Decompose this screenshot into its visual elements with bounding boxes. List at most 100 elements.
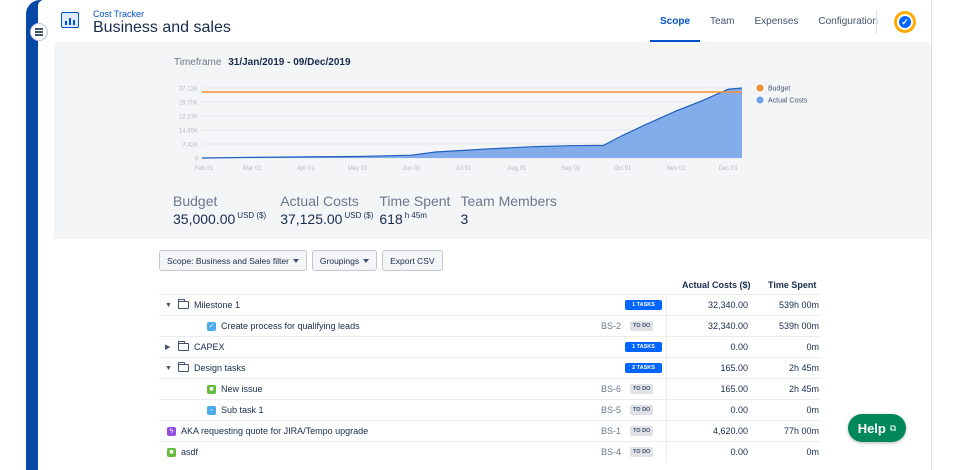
y-tick-label: 37.13K <box>179 87 198 93</box>
tab-scope[interactable]: Scope <box>650 0 701 42</box>
row-time-spent: 0m <box>806 447 819 457</box>
row-actual-cost: 0.00 <box>730 342 748 352</box>
row-time-spent: 0m <box>806 405 819 415</box>
table-row[interactable]: ▫ Sub task 1 BS-5 TO DO 0.00 0m <box>159 399 820 420</box>
tab-expenses[interactable]: Expenses <box>744 0 808 42</box>
toolbar: Scope: Business and Sales filter Groupin… <box>159 250 443 271</box>
legend-budget-swatch <box>756 84 764 92</box>
row-label: ▫ Sub task 1 <box>207 405 264 415</box>
panel-border <box>931 0 932 470</box>
export-csv-button[interactable]: Export CSV <box>382 250 443 271</box>
table-row[interactable]: ϟ AKA requesting quote for JIRA/Tempo upg… <box>159 420 820 441</box>
x-tick-label: Mar 01 <box>243 166 262 172</box>
summary-panel: Timeframe 31/Jan/2019 - 09/Dec/2019 0 7.4… <box>54 42 932 239</box>
status-badge: TO DO <box>630 384 654 394</box>
stat-time-value: 618 h 45m <box>379 211 427 227</box>
stats-row: Budget 35,000.00 USD ($) Actual Costs 37,… <box>173 193 571 227</box>
row-title[interactable]: Sub task 1 <box>221 405 264 415</box>
y-tick-label: 22.27K <box>179 115 198 121</box>
legend-actual-swatch <box>756 96 764 104</box>
stat-actual-label: Actual Costs <box>280 193 359 209</box>
folder-icon <box>178 362 189 372</box>
app-name[interactable]: Cost Tracker <box>93 9 144 19</box>
row-label: ■ asdf <box>167 447 198 457</box>
expanded-caret-icon[interactable]: ▼ <box>165 365 173 372</box>
row-actual-cost: 0.00 <box>730 405 748 415</box>
legend-budget-label: Budget <box>768 86 790 93</box>
collapsed-caret-icon[interactable]: ▶ <box>165 343 173 351</box>
row-title[interactable]: Design tasks <box>194 363 246 373</box>
row-actual-cost: 32,340.00 <box>707 321 748 331</box>
legend-actual-label: Actual Costs <box>768 98 808 105</box>
checkmark-badge-icon[interactable]: ✓ <box>894 11 916 33</box>
actual-costs-area <box>202 88 742 158</box>
row-label: ▶ CAPEX <box>165 341 225 352</box>
page-title: Business and sales <box>93 19 231 36</box>
left-sidebar <box>0 0 44 470</box>
stat-time-label: Time Spent <box>379 193 451 209</box>
scope-filter-dropdown[interactable]: Scope: Business and Sales filter <box>159 250 307 271</box>
stat-team-members: Team Members 3 <box>460 193 556 227</box>
story-type-icon: ■ <box>207 384 216 394</box>
row-title[interactable]: asdf <box>181 447 198 457</box>
row-title[interactable]: Milestone 1 <box>194 300 240 310</box>
col-header-time-spent[interactable]: Time Spent <box>768 280 816 290</box>
y-tick-label: 0 <box>195 157 199 163</box>
row-title[interactable]: New issue <box>221 384 263 394</box>
table-row[interactable]: ■ New issue BS-6 TO DO 165.00 2h 45m <box>159 378 820 399</box>
table-group-row[interactable]: ▼ Design tasks 2 TASKS 165.00 2h 45m <box>159 357 820 378</box>
chevron-down-icon <box>363 258 370 263</box>
folder-icon <box>178 341 189 351</box>
row-title[interactable]: CAPEX <box>194 342 225 352</box>
tasks-count-badge: 1 TASKS <box>625 342 662 352</box>
table-group-row[interactable]: ▼ Milestone 1 1 TASKS 32,340.00 539h 00m <box>159 294 820 315</box>
folder-icon <box>178 299 189 309</box>
issue-key[interactable]: BS-4 <box>583 447 621 457</box>
external-link-icon: ⧉ <box>889 422 897 433</box>
expanded-caret-icon[interactable]: ▼ <box>165 302 173 309</box>
x-tick-label: Apr 01 <box>297 166 315 172</box>
header: Cost Tracker Business and sales Scope Te… <box>50 0 932 42</box>
main-panel: Cost Tracker Business and sales Scope Te… <box>50 0 932 470</box>
x-tick-label: Dec 01 <box>719 166 739 172</box>
row-time-spent: 2h 45m <box>788 384 819 394</box>
y-tick-label: 7.42K <box>182 143 198 149</box>
row-title[interactable]: Create process for qualifying leads <box>221 321 360 331</box>
tasks-count-badge: 1 TASKS <box>625 300 662 310</box>
stat-budget-value: 35,000.00 USD ($) <box>173 211 267 227</box>
status-badge: TO DO <box>630 321 654 331</box>
sidebar-rail-edge <box>38 0 44 470</box>
status-badge: TO DO <box>630 426 654 436</box>
col-header-actual-costs[interactable]: Actual Costs ($) <box>682 280 751 290</box>
y-tick-label: 29.70K <box>179 101 198 107</box>
row-label: ϟ AKA requesting quote for JIRA/Tempo upg… <box>167 426 368 436</box>
status-badge: TO DO <box>630 447 654 457</box>
x-tick-label: Sep 01 <box>561 166 581 172</box>
row-label: ▼ Milestone 1 <box>165 299 240 310</box>
table-row[interactable]: ✓ Create process for qualifying leads BS-2… <box>159 315 820 336</box>
row-time-spent: 77h 00m <box>783 426 819 436</box>
row-actual-cost: 165.00 <box>720 384 748 394</box>
issue-key[interactable]: BS-2 <box>583 321 621 331</box>
groupings-dropdown[interactable]: Groupings <box>311 250 378 271</box>
row-label: ▼ Design tasks <box>165 362 246 373</box>
table-group-row[interactable]: ▶ CAPEX 1 TASKS 0.00 0m <box>159 336 820 357</box>
chevron-down-icon <box>292 258 299 263</box>
tab-team[interactable]: Team <box>700 0 744 42</box>
cost-tracker-logo-icon <box>61 12 79 28</box>
story-type-icon: ■ <box>167 447 176 457</box>
issue-key[interactable]: BS-1 <box>583 426 621 436</box>
row-actual-cost: 0.00 <box>730 447 748 457</box>
row-time-spent: 2h 45m <box>788 363 819 373</box>
issue-key[interactable]: BS-6 <box>583 384 621 394</box>
stat-team-value: 3 <box>460 211 469 227</box>
row-actual-cost: 4,620.00 <box>712 426 748 436</box>
menu-icon[interactable] <box>30 23 48 41</box>
issue-key[interactable]: BS-5 <box>583 405 621 415</box>
x-tick-label: Feb 01 <box>194 166 213 172</box>
table-row[interactable]: ■ asdf BS-4 TO DO 0.00 0m <box>159 441 820 462</box>
stat-time-spent: Time Spent 618 h 45m <box>379 193 450 227</box>
help-button[interactable]: Help ⧉ <box>848 414 906 442</box>
help-label: Help <box>857 420 886 436</box>
row-title[interactable]: AKA requesting quote for JIRA/Tempo upgr… <box>181 426 368 436</box>
